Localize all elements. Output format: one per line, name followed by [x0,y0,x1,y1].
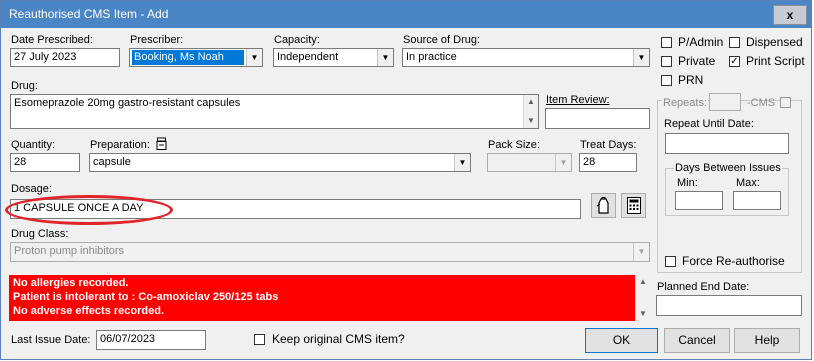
keep-original-checkbox[interactable] [254,334,265,345]
last-issue-date-field[interactable]: 06/07/2023 [96,330,206,350]
checkmark-icon: ✓ [730,56,739,67]
days-max-field[interactable] [733,191,781,210]
source-of-drug-label: Source of Drug: [403,34,481,46]
cms-label: -CMS [747,97,776,109]
calculator-icon [626,197,641,214]
repeat-until-field[interactable] [665,133,789,154]
treat-days-field[interactable]: 28 [579,153,637,172]
alert-line: Patient is intolerant to : Co-amoxiclav … [13,291,279,303]
title-bar: Reauthorised CMS Item - Add x [1,1,811,28]
drug-class-select[interactable]: Proton pump inhibitors ▼ [10,242,650,262]
window-title: Reauthorised CMS Item - Add [9,7,169,21]
alert-line: No adverse effects recorded. [13,305,165,317]
ok-button[interactable]: OK [585,328,658,353]
days-min-field[interactable] [675,191,723,210]
chevron-down-icon[interactable]: ▼ [377,49,393,66]
scroll-up-icon[interactable]: ▲ [524,95,538,109]
private-checkbox[interactable] [661,56,672,67]
close-button[interactable]: x [773,5,807,25]
date-prescribed-field[interactable]: 27 July 2023 [10,48,120,67]
dispensed-checkbox[interactable] [729,37,740,48]
alert-line: No allergies recorded. [13,277,129,289]
quantity-label: Quantity: [11,139,56,151]
scroll-down-icon[interactable]: ▼ [524,114,538,128]
drug-value: Esomeprazole 20mg gastro-resistant capsu… [14,97,241,109]
bottle-pour-icon [596,197,609,214]
item-review-label: Item Review: [546,94,610,106]
repeat-until-label: Repeat Until Date: [664,118,754,130]
preparation-label: Preparation: [90,139,150,151]
item-review-field[interactable] [545,108,650,129]
preparation-value: capsule [93,156,131,168]
drug-label: Drug: [11,80,38,92]
annotation-ellipse [5,195,173,225]
dispensed-label: Dispensed [746,35,803,49]
force-reauthorise-label: Force Re-authorise [682,254,785,268]
max-label: Max: [736,177,760,189]
preparation-select[interactable]: capsule ▼ [89,153,471,172]
print-script-label: Print Script [746,54,805,68]
dosage-label: Dosage: [11,183,52,195]
help-button[interactable]: Help [734,328,800,353]
capacity-label: Capacity: [274,34,320,46]
pack-size-label: Pack Size: [488,139,540,151]
date-prescribed-label: Date Prescribed: [11,34,93,46]
drug-scrollbar[interactable]: ▲ ▼ [523,95,538,128]
source-of-drug-select[interactable]: In practice ▼ [402,48,650,67]
prescriber-label: Prescriber: [130,34,184,46]
cms-checkbox[interactable] [780,97,791,108]
chevron-down-icon[interactable]: ▼ [454,154,470,171]
scroll-down-icon[interactable]: ▼ [636,307,650,321]
dialog-window: Reauthorised CMS Item - Add x Date Presc… [0,0,812,360]
private-label: Private [678,54,716,68]
days-between-label: Days Between Issues [674,162,782,175]
p-admin-label: P/Admin [678,35,724,49]
prn-checkbox[interactable] [661,75,672,86]
calculator-button[interactable] [621,193,646,218]
planned-end-date-label: Planned End Date: [657,281,750,293]
capacity-value: Independent [277,51,339,63]
repeats-field[interactable] [709,93,741,111]
keep-original-label: Keep original CMS item? [272,332,405,346]
planned-end-date-field[interactable] [656,295,802,316]
drug-field[interactable]: Esomeprazole 20mg gastro-resistant capsu… [10,94,539,129]
alerts-scrollbar[interactable]: ▲ ▼ [635,275,650,321]
quantity-field[interactable]: 28 [10,153,80,172]
cancel-button[interactable]: Cancel [664,328,730,353]
treat-days-label: Treat Days: [580,139,637,151]
dosage-lookup-button[interactable] [591,193,616,218]
pill-bottle-icon[interactable] [156,137,167,150]
scroll-up-icon[interactable]: ▲ [636,275,650,289]
source-of-drug-value: In practice [406,51,457,63]
repeats-label: Repeats: [662,97,709,110]
drug-class-value: Proton pump inhibitors [14,245,125,257]
print-script-checkbox[interactable]: ✓ [729,56,740,67]
chevron-down-icon[interactable]: ▼ [633,243,649,261]
chevron-down-icon[interactable]: ▼ [555,154,571,171]
prescriber-value: Booking, Ms Noah [132,50,244,65]
alerts-panel: No allergies recorded. Patient is intole… [9,275,650,321]
p-admin-checkbox[interactable] [661,37,672,48]
chevron-down-icon[interactable]: ▼ [633,49,649,66]
min-label: Min: [677,177,698,189]
last-issue-date-label: Last Issue Date: [11,334,91,346]
capacity-select[interactable]: Independent ▼ [273,48,394,67]
chevron-down-icon[interactable]: ▼ [246,49,262,66]
prn-label: PRN [678,73,704,87]
force-reauthorise-checkbox[interactable] [665,256,676,267]
drug-class-label: Drug Class: [11,228,69,240]
pack-size-select[interactable]: ▼ [487,153,572,172]
prescriber-select[interactable]: Booking, Ms Noah ▼ [129,48,263,67]
